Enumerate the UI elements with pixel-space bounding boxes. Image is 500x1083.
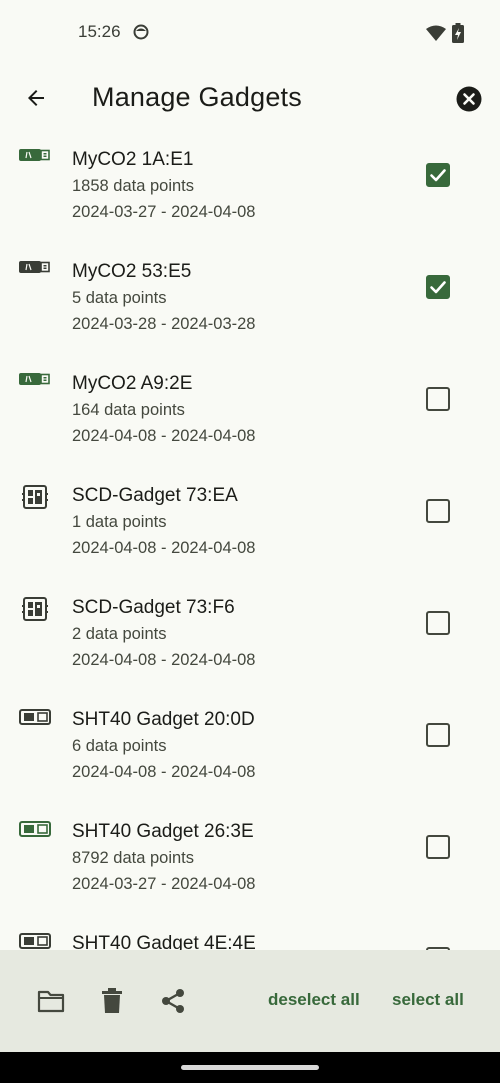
gadget-date-range: 2024-03-27 - 2024-04-08	[72, 875, 256, 893]
deselect-all-button[interactable]: deselect all	[268, 990, 360, 1010]
wifi-icon	[426, 25, 446, 41]
gadget-text: SCD-Gadget 73:F6 2 data points 2024-04-08 …	[72, 595, 255, 673]
gadget-name: SCD-Gadget 73:F6	[72, 597, 235, 618]
gadget-checkbox[interactable]	[426, 835, 450, 859]
close-circle-icon	[456, 86, 482, 112]
gadget-name: MyCO2 53:E5	[72, 261, 192, 282]
sht40-gadget-icon	[18, 933, 52, 950]
gadget-name: SCD-Gadget 73:EA	[72, 485, 238, 506]
gadget-text: SCD-Gadget 73:EA 1 data points 2024-04-08 …	[72, 483, 255, 561]
gadget-date-range: 2024-03-27 - 2024-04-08	[72, 203, 256, 221]
share-icon	[162, 989, 184, 1013]
gadget-list[interactable]: MyCO2 1A:E1 1858 data points 2024-03-27 - …	[0, 137, 500, 950]
scd-gadget-icon	[18, 485, 52, 511]
gadget-name: MyCO2 1A:E1	[72, 149, 194, 170]
gadget-row[interactable]: MyCO2 53:E5 5 data points 2024-03-28 - 202…	[0, 249, 500, 361]
gadget-text: SHT40 Gadget 4E:4E	[72, 931, 256, 950]
notification-face-icon	[133, 24, 149, 40]
gadget-row[interactable]: SCD-Gadget 73:F6 2 data points 2024-04-08 …	[0, 585, 500, 697]
system-navigation-bar	[0, 1052, 500, 1083]
gadget-checkbox[interactable]	[426, 499, 450, 523]
sht40-gadget-icon	[18, 821, 52, 847]
folder-button[interactable]	[36, 986, 66, 1016]
battery-charging-icon	[452, 23, 464, 43]
gadget-data-points: 164 data points	[72, 401, 185, 419]
gadget-text: MyCO2 1A:E1 1858 data points 2024-03-27 - …	[72, 147, 255, 225]
gadget-checkbox[interactable]	[426, 275, 450, 299]
page-title: Manage Gadgets	[92, 82, 302, 112]
gadget-checkbox[interactable]	[426, 163, 450, 187]
gadget-text: SHT40 Gadget 20:0D 6 data points 2024-04-0…	[72, 707, 255, 785]
gadget-checkbox[interactable]	[426, 387, 450, 411]
gadget-name: SHT40 Gadget 20:0D	[72, 709, 255, 730]
gadget-name: MyCO2 A9:2E	[72, 373, 193, 394]
gadget-checkbox[interactable]	[426, 611, 450, 635]
myco2-usb-icon	[18, 149, 52, 175]
screen: 15:26 Manage Gadgets MyCO2 1A:E1 1858 dat…	[0, 0, 500, 1083]
gadget-text: MyCO2 A9:2E 164 data points 2024-04-08 - 2…	[72, 371, 255, 449]
gadget-data-points: 5 data points	[72, 289, 167, 307]
gadget-row[interactable]: MyCO2 1A:E1 1858 data points 2024-03-27 - …	[0, 137, 500, 249]
gadget-name: SHT40 Gadget 4E:4E	[72, 933, 256, 950]
delete-button[interactable]	[97, 986, 127, 1016]
bottom-action-bar: deselect all select all	[0, 950, 500, 1052]
gadget-checkbox[interactable]	[426, 723, 450, 747]
arrow-back-icon	[28, 90, 44, 106]
gadget-row[interactable]: SHT40 Gadget 4E:4E	[0, 921, 500, 950]
gadget-data-points: 1 data points	[72, 513, 167, 531]
folder-icon	[37, 990, 65, 1013]
gadget-row[interactable]: MyCO2 A9:2E 164 data points 2024-04-08 - 2…	[0, 361, 500, 473]
gadget-data-points: 8792 data points	[72, 849, 195, 867]
gadget-text: MyCO2 53:E5 5 data points 2024-03-28 - 202…	[72, 259, 255, 337]
gadget-row[interactable]: SHT40 Gadget 20:0D 6 data points 2024-04-0…	[0, 697, 500, 809]
scd-gadget-icon	[18, 597, 52, 623]
gadget-data-points: 6 data points	[72, 737, 167, 755]
status-time: 15:26	[78, 22, 121, 41]
trash-icon	[102, 988, 122, 1013]
select-all-button[interactable]: select all	[392, 990, 464, 1010]
gadget-row[interactable]: SHT40 Gadget 26:3E 8792 data points 2024-0…	[0, 809, 500, 921]
close-button[interactable]	[452, 82, 486, 116]
myco2-usb-icon	[18, 261, 52, 287]
gadget-text: SHT40 Gadget 26:3E 8792 data points 2024-0…	[72, 819, 255, 897]
gadget-row[interactable]: SCD-Gadget 73:EA 1 data points 2024-04-08 …	[0, 473, 500, 585]
gadget-data-points: 2 data points	[72, 625, 167, 643]
check-icon	[430, 281, 446, 294]
back-button[interactable]	[14, 76, 58, 120]
gadget-date-range: 2024-04-08 - 2024-04-08	[72, 539, 256, 557]
gadget-date-range: 2024-04-08 - 2024-04-08	[72, 763, 256, 781]
myco2-usb-icon	[18, 373, 52, 399]
gadget-date-range: 2024-03-28 - 2024-03-28	[72, 315, 256, 333]
gadget-data-points: 1858 data points	[72, 177, 195, 195]
sht40-gadget-icon	[18, 709, 52, 735]
gadget-date-range: 2024-04-08 - 2024-04-08	[72, 651, 256, 669]
status-bar: 15:26	[0, 0, 500, 66]
check-icon	[430, 169, 446, 182]
app-bar: Manage Gadgets	[0, 66, 500, 132]
gadget-date-range: 2024-04-08 - 2024-04-08	[72, 427, 256, 445]
home-gesture-handle[interactable]	[181, 1065, 319, 1070]
gadget-name: SHT40 Gadget 26:3E	[72, 821, 254, 842]
share-button[interactable]	[158, 986, 188, 1016]
